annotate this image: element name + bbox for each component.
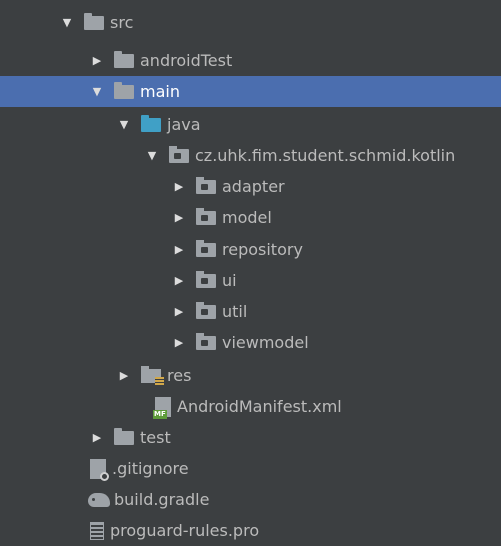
tree-item-main[interactable]: ▼ main: [0, 76, 501, 107]
text-file-icon: [90, 521, 104, 540]
tree-item-androidmanifest[interactable]: AndroidManifest.xml: [0, 391, 501, 422]
tree-item-label: res: [167, 366, 192, 385]
tree-item-label: util: [222, 302, 248, 321]
tree-item-label: androidTest: [140, 51, 233, 70]
package-icon: [196, 207, 216, 225]
package-icon: [196, 176, 216, 194]
tree-item-label: src: [110, 13, 134, 32]
folder-icon: [114, 427, 134, 445]
collapse-arrow-icon[interactable]: ▶: [90, 45, 104, 76]
tree-item-label: ui: [222, 271, 237, 290]
tree-item-src[interactable]: ▼ src: [0, 7, 501, 38]
tree-item-label: java: [167, 115, 201, 134]
tree-item-java[interactable]: ▼ java: [0, 109, 501, 140]
tree-item-util[interactable]: ▶ util: [0, 296, 501, 327]
collapse-arrow-icon[interactable]: ▶: [172, 202, 186, 233]
collapse-arrow-icon[interactable]: ▶: [172, 234, 186, 265]
tree-item-label: adapter: [222, 177, 285, 196]
gitignore-file-icon: [90, 458, 109, 481]
tree-item-proguard-rules[interactable]: proguard-rules.pro: [0, 515, 501, 546]
tree-item-model[interactable]: ▶ model: [0, 202, 501, 233]
folder-icon: [84, 12, 104, 30]
tree-item-label: AndroidManifest.xml: [177, 397, 342, 416]
collapse-arrow-icon[interactable]: ▶: [172, 327, 186, 358]
collapse-arrow-icon[interactable]: ▶: [90, 422, 104, 453]
tree-item-label: repository: [222, 240, 303, 259]
package-icon: [196, 332, 216, 350]
tree-item-label: main: [140, 82, 180, 101]
package-icon: [169, 145, 189, 163]
collapse-arrow-icon[interactable]: ▶: [172, 265, 186, 296]
tree-item-label: model: [222, 208, 272, 227]
tree-item-androidtest[interactable]: ▶ androidTest: [0, 45, 501, 76]
tree-item-build-gradle[interactable]: build.gradle: [0, 484, 501, 515]
tree-item-test[interactable]: ▶ test: [0, 422, 501, 453]
tree-item-gitignore[interactable]: .gitignore: [0, 453, 501, 484]
tree-item-label: proguard-rules.pro: [110, 521, 260, 540]
tree-item-adapter[interactable]: ▶ adapter: [0, 171, 501, 202]
project-tree: ▼ src ▶ androidTest ▼ main ▼ java ▼ cz.u…: [0, 0, 501, 540]
resources-folder-icon: [141, 365, 164, 386]
tree-item-label: viewmodel: [222, 333, 309, 352]
gradle-file-icon: [88, 492, 110, 507]
tree-item-res[interactable]: ▶ res: [0, 360, 501, 391]
tree-item-label: .gitignore: [112, 459, 189, 478]
tree-item-ui[interactable]: ▶ ui: [0, 265, 501, 296]
source-folder-icon: [141, 114, 161, 132]
expand-arrow-icon[interactable]: ▼: [117, 109, 131, 140]
folder-icon: [114, 81, 134, 99]
collapse-arrow-icon[interactable]: ▶: [172, 171, 186, 202]
manifest-file-icon: [153, 396, 171, 419]
expand-arrow-icon[interactable]: ▼: [90, 76, 104, 107]
package-icon: [196, 239, 216, 257]
package-icon: [196, 270, 216, 288]
tree-item-viewmodel[interactable]: ▶ viewmodel: [0, 327, 501, 358]
expand-arrow-icon[interactable]: ▼: [60, 7, 74, 38]
collapse-arrow-icon[interactable]: ▶: [117, 360, 131, 391]
package-icon: [196, 301, 216, 319]
collapse-arrow-icon[interactable]: ▶: [172, 296, 186, 327]
expand-arrow-icon[interactable]: ▼: [145, 140, 159, 171]
folder-icon: [114, 50, 134, 68]
tree-item-label: build.gradle: [114, 490, 210, 509]
tree-item-label: cz.uhk.fim.student.schmid.kotlin: [195, 146, 456, 165]
tree-item-label: test: [140, 428, 171, 447]
tree-item-repository[interactable]: ▶ repository: [0, 234, 501, 265]
tree-item-package-root[interactable]: ▼ cz.uhk.fim.student.schmid.kotlin: [0, 140, 501, 171]
